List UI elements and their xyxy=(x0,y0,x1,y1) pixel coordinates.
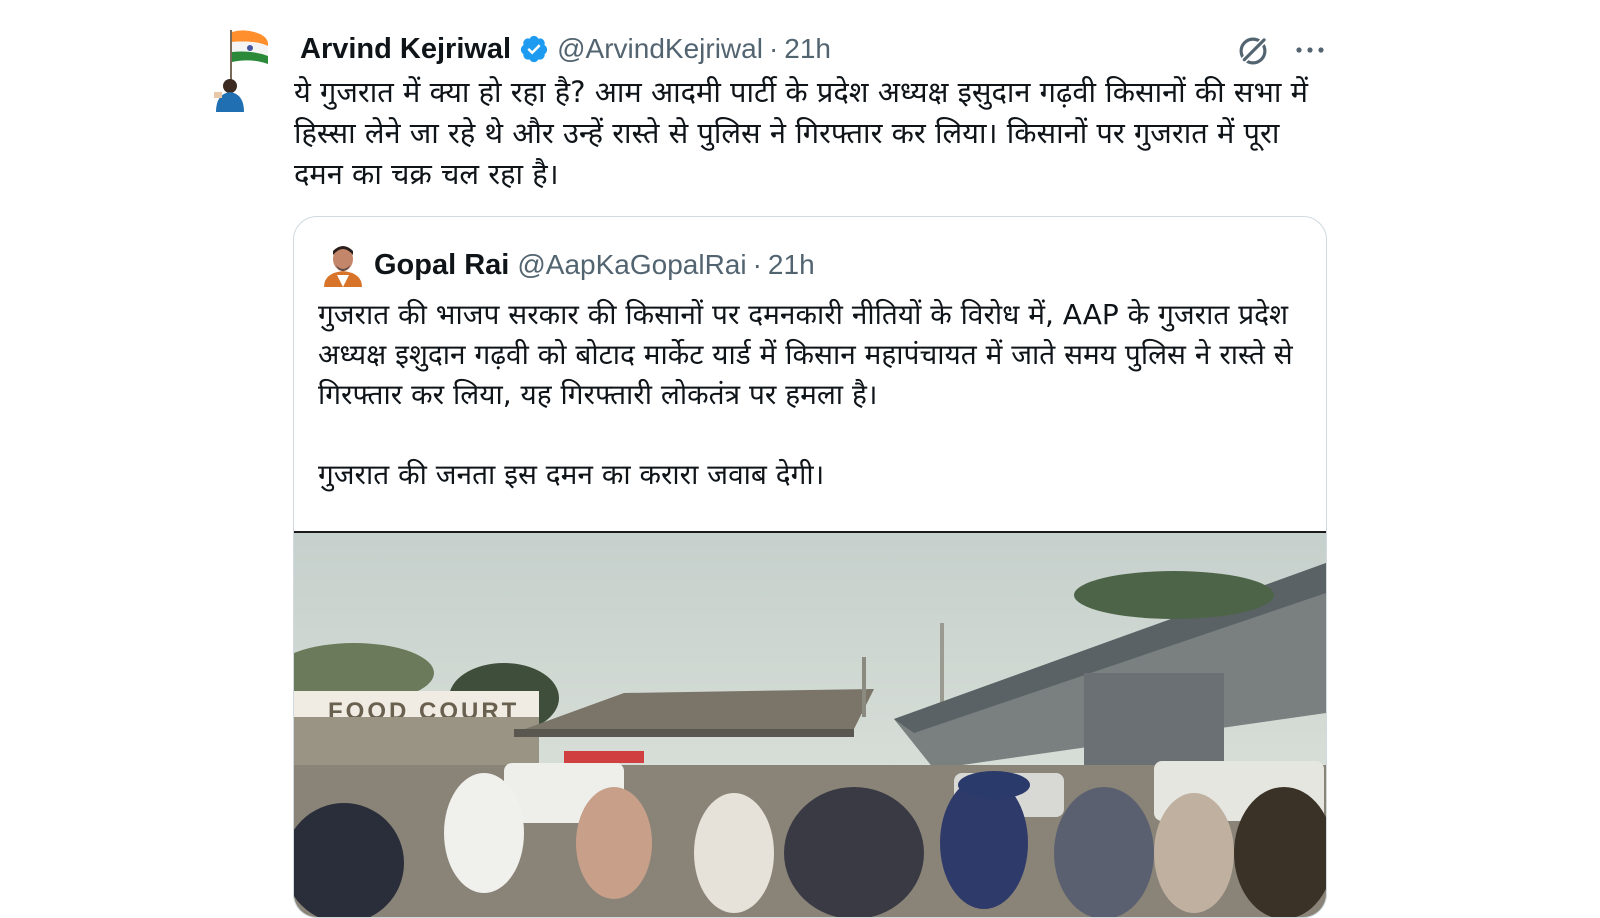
quoted-tweet-timestamp[interactable]: 21h xyxy=(768,249,815,281)
more-options-icon[interactable] xyxy=(1290,30,1330,70)
tweet-timestamp[interactable]: 21h xyxy=(784,33,831,65)
quoted-paragraph-2: गुजरात की जनता इस दमन का करारा जवाब देगी… xyxy=(318,458,825,491)
quoted-tweet-text: गुजरात की भाजप सरकार की किसानों पर दमनका… xyxy=(318,295,1318,495)
quoted-tweet[interactable]: Gopal Rai @AapKaGopalRai · 21h गुजरात की… xyxy=(293,216,1327,918)
quoted-author-avatar[interactable] xyxy=(322,241,364,287)
author-avatar[interactable] xyxy=(212,28,270,112)
author-handle[interactable]: @ArvindKejriwal xyxy=(557,33,763,65)
grok-icon[interactable] xyxy=(1234,32,1272,70)
video-thumbnail[interactable]: FOOD COURT xyxy=(294,531,1326,917)
verified-badge-icon[interactable] xyxy=(519,34,549,64)
quoted-author-handle[interactable]: @AapKaGopalRai xyxy=(517,249,746,281)
quoted-author-name[interactable]: Gopal Rai xyxy=(374,249,509,282)
quoted-paragraph-1: गुजरात की भाजप सरकार की किसानों पर दमनका… xyxy=(318,298,1293,411)
tweet[interactable]: Arvind Kejriwal @ArvindKejriwal · 21h ये… xyxy=(212,14,1362,918)
tweet-text: ये गुजरात में क्या हो रहा है? आम आदमी पा… xyxy=(294,75,1308,191)
quoted-tweet-header: Gopal Rai @AapKaGopalRai · 21h xyxy=(374,245,815,285)
separator-dot: · xyxy=(768,33,779,64)
separator-dot: · xyxy=(752,249,762,280)
tweet-header: Arvind Kejriwal @ArvindKejriwal · 21h xyxy=(300,30,831,68)
author-name[interactable]: Arvind Kejriwal xyxy=(300,33,511,66)
media-scene: FOOD COURT xyxy=(294,533,1326,917)
